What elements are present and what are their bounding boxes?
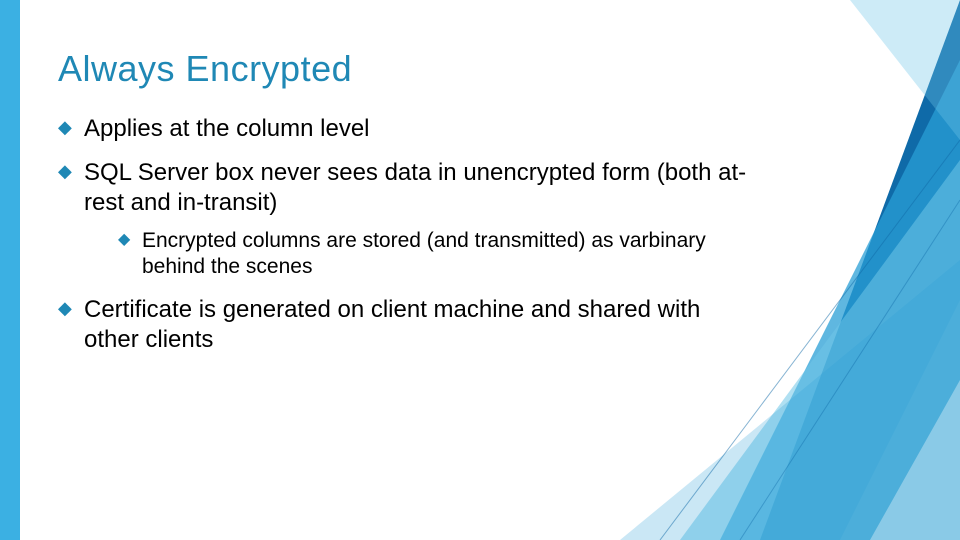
bullet-item: Certificate is generated on client machi… [58,295,758,355]
bullet-item: Applies at the column level [58,114,758,144]
left-accent-bar [0,0,20,540]
slide: Always Encrypted Applies at the column l… [0,0,960,540]
bullet-text: SQL Server box never sees data in unencr… [84,159,746,216]
slide-title: Always Encrypted [58,48,758,90]
sub-bullet-list: Encrypted columns are stored (and transm… [118,228,758,281]
content-area: Always Encrypted Applies at the column l… [58,48,758,369]
bullet-text: Certificate is generated on client machi… [84,296,700,353]
bullet-list: Applies at the column level SQL Server b… [58,114,758,355]
bullet-text: Applies at the column level [84,115,370,142]
sub-bullet-text: Encrypted columns are stored (and transm… [142,229,706,278]
sub-bullet-item: Encrypted columns are stored (and transm… [118,228,758,281]
bullet-item: SQL Server box never sees data in unencr… [58,158,758,281]
